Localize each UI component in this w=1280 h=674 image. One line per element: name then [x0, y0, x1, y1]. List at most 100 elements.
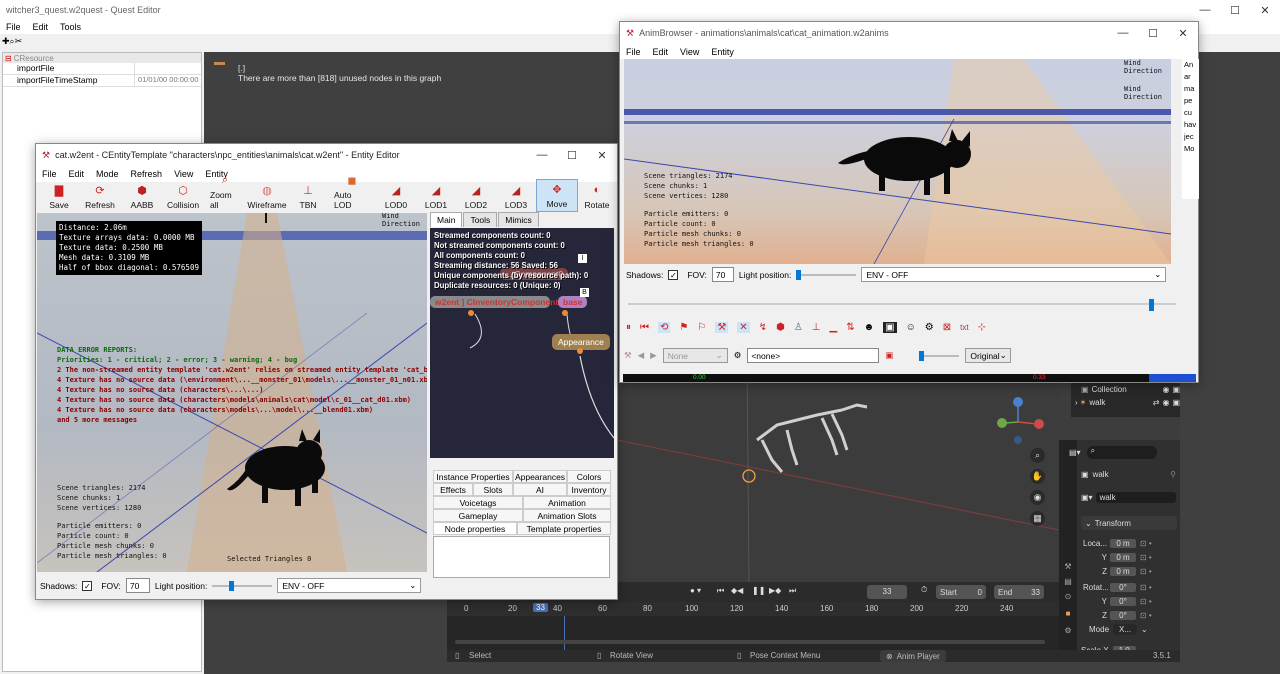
minimize-icon[interactable]: —	[1108, 27, 1138, 39]
env-dropdown[interactable]: ENV - OFF ⌄	[861, 267, 1167, 282]
fov-input[interactable]	[125, 578, 150, 593]
lock-icon[interactable]: ⊡ •	[1140, 611, 1152, 620]
camera-icon[interactable]: ◉	[1030, 490, 1045, 505]
camera-visibility-icon[interactable]: ▣	[1172, 398, 1180, 407]
ground-icon[interactable]: ⊥	[812, 322, 821, 333]
slider-thumb[interactable]	[796, 269, 802, 280]
film-icon[interactable]: ▣	[883, 322, 897, 333]
anim-player-tab[interactable]: ⊗ Anim Player	[880, 650, 946, 662]
render-tab-icon[interactable]: ▤	[1059, 577, 1077, 586]
menu-edit[interactable]: Edit	[69, 169, 85, 179]
wireframe-button[interactable]: ◍ Wireframe	[246, 181, 288, 212]
zoom-icon[interactable]: ⌕	[1030, 448, 1045, 463]
wrench-icon[interactable]: ✚	[2, 36, 10, 46]
object-name[interactable]: walk	[1093, 470, 1171, 479]
lock-icon[interactable]: ⊡ •	[1140, 583, 1152, 592]
tab-appearances[interactable]: Appearances	[513, 470, 567, 483]
pose-icon[interactable]: ⇄	[1153, 398, 1160, 407]
node-badge-icon[interactable]: B	[580, 288, 589, 297]
outliner-row[interactable]: › ✶ walk ⇄ ◉ ▣	[1071, 396, 1180, 409]
txt-icon[interactable]: txt	[960, 323, 968, 332]
output-tab-icon[interactable]: ⊙	[1059, 592, 1077, 601]
maximize-icon[interactable]: ☐	[557, 149, 587, 162]
tab-animation-slots[interactable]: Animation Slots	[523, 509, 611, 522]
playhead-frame-label[interactable]: 33	[533, 603, 548, 612]
lock-icon[interactable]: ⊡ •	[1140, 553, 1152, 562]
lod0-button[interactable]: ◢ LOD0	[376, 181, 416, 212]
next-icon[interactable]: ▶	[650, 350, 657, 361]
current-frame-field[interactable]: 33	[867, 585, 907, 599]
menu-entity[interactable]: Entity	[711, 47, 734, 57]
anim-viewport[interactable]: Wind Direction Wind Direction Scene tria…	[624, 59, 1171, 264]
lod3-button[interactable]: ◢ LOD3	[496, 181, 536, 212]
slider-thumb[interactable]	[1149, 299, 1154, 311]
clear-icon[interactable]: ▣	[885, 350, 893, 361]
record-icon[interactable]: ● ▾	[690, 586, 701, 595]
actor-icon[interactable]: ☻	[864, 322, 875, 333]
light-slider[interactable]	[796, 269, 857, 280]
tab-inventory[interactable]: Inventory	[567, 483, 611, 496]
eye-icon[interactable]: ◉	[1162, 398, 1169, 407]
menu-file[interactable]: File	[626, 47, 641, 57]
maximize-icon[interactable]: ☐	[1138, 27, 1168, 40]
tab-ai[interactable]: AI	[513, 483, 567, 496]
menu-refresh[interactable]: Refresh	[131, 169, 163, 179]
next-key-icon[interactable]: ▶◆	[769, 586, 781, 595]
prop-value[interactable]	[135, 63, 138, 74]
graph-node-inventory[interactable]: w2ent ] CInventoryComponent0	[430, 296, 563, 308]
slider-thumb[interactable]	[229, 580, 235, 591]
navigation-gizmo[interactable]	[997, 397, 1044, 444]
minimize-icon[interactable]: —	[1190, 4, 1220, 16]
env-dropdown[interactable]: ENV - OFF ⌄	[277, 578, 422, 593]
root-motion-icon[interactable]: ⚐	[697, 322, 706, 333]
maximize-icon[interactable]: ☐	[1220, 4, 1250, 17]
tab-node-properties[interactable]: Node properties	[433, 522, 517, 535]
tab-effects[interactable]: Effects	[433, 483, 473, 496]
save-button[interactable]: ▇ Save	[40, 181, 78, 212]
menu-edit[interactable]: Edit	[33, 22, 49, 32]
shadows-checkbox[interactable]: ✓	[668, 269, 679, 280]
jump-start-icon[interactable]: ⏮	[717, 586, 724, 596]
tab-gameplay[interactable]: Gameplay	[433, 509, 523, 522]
person-icon[interactable]: ♙	[794, 322, 803, 333]
tab-slots[interactable]: Slots	[473, 483, 513, 496]
action-name[interactable]: walk	[1095, 492, 1176, 503]
menu-view[interactable]: View	[680, 47, 699, 57]
weight-slider[interactable]	[919, 350, 960, 361]
prev-key-icon[interactable]: ◆◀	[731, 586, 743, 595]
lock-icon[interactable]: ⊡ •	[1140, 597, 1152, 606]
timeline-ruler[interactable]: 0 20 33 40 60 80 100 120 140 160 180 200…	[447, 602, 1059, 650]
end-field[interactable]: End 33	[994, 585, 1044, 599]
entity-viewport[interactable]: Distance: 2.06m Texture arrays data: 0.0…	[37, 213, 427, 572]
camera-visibility-icon[interactable]: ▣	[1172, 385, 1180, 394]
anim-time-slider[interactable]	[628, 299, 1176, 311]
editor-type-icon[interactable]: ▤▾	[1069, 448, 1081, 457]
gears-icon[interactable]: ⚙	[925, 322, 934, 333]
rot-x-field[interactable]: 0°	[1110, 582, 1136, 592]
lock-icon[interactable]: ⊡ •	[1140, 567, 1152, 576]
tab-colors[interactable]: Colors	[567, 470, 611, 483]
pin-icon[interactable]: ⇅	[846, 322, 854, 333]
rot-y-field[interactable]: 0°	[1110, 596, 1136, 606]
lod2-button[interactable]: ◢ LOD2	[456, 181, 496, 212]
move-button[interactable]: ✥ Move	[536, 179, 578, 212]
box-icon[interactable]: ⬢	[776, 322, 785, 333]
collision-button[interactable]: ⬡ Collision	[162, 181, 204, 212]
pin-icon[interactable]: ⚲	[1170, 470, 1176, 479]
prop-value[interactable]: 01/01/00 00:00:00	[135, 75, 198, 86]
record-icon[interactable]: ⚒	[624, 350, 632, 361]
fov-input[interactable]	[711, 267, 734, 282]
close-icon[interactable]: ✕	[1250, 4, 1280, 17]
prev-icon[interactable]: ◀	[638, 350, 645, 361]
lod1-button[interactable]: ◢ LOD1	[416, 181, 456, 212]
bones-icon[interactable]: ✕	[737, 322, 750, 333]
pause-icon[interactable]: ⏸	[626, 322, 631, 333]
close-icon[interactable]: ⊗	[886, 652, 893, 661]
collapse-icon[interactable]: ⊟	[5, 54, 12, 63]
grid-view-icon[interactable]: ▦	[1030, 511, 1045, 526]
shadows-checkbox[interactable]: ✓	[82, 580, 93, 591]
light-slider[interactable]	[212, 580, 273, 591]
tool-icon[interactable]: ✂	[15, 36, 23, 46]
head-icon[interactable]: ☺	[906, 322, 916, 333]
axes-icon[interactable]: ⊹	[978, 322, 986, 333]
